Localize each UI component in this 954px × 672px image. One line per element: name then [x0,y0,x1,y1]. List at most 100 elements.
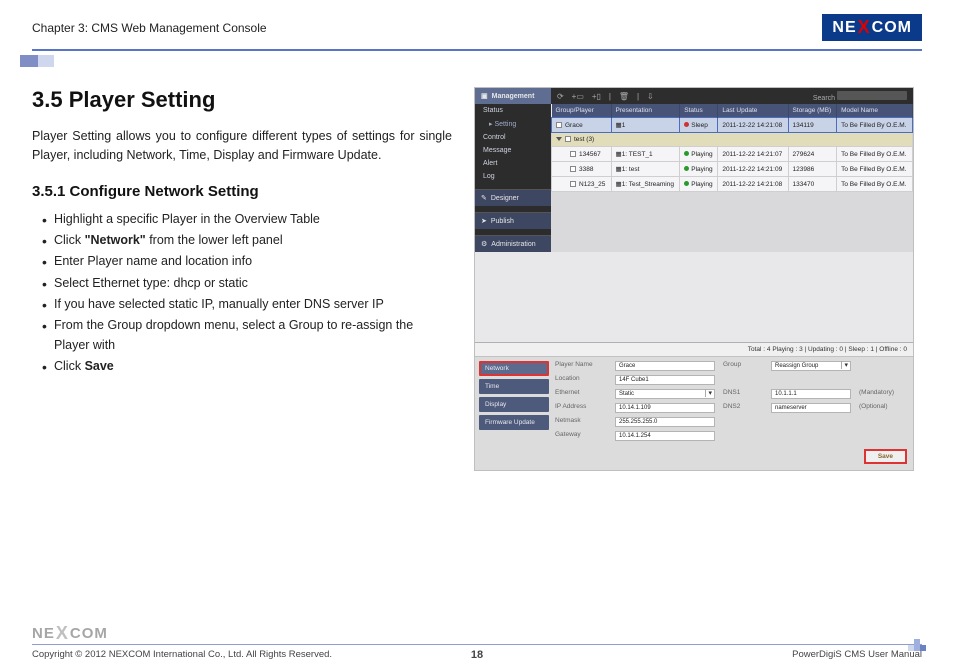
col-presentation[interactable]: Presentation [611,104,680,118]
header-rule [32,49,922,51]
dns1-label: DNS1 [723,389,763,399]
list-item: Highlight a specific Player in the Overv… [42,210,452,229]
list-item: Enter Player name and location info [42,252,452,271]
dns1-note: (Mandatory) [859,389,909,399]
text-column: 3.5 Player Setting Player Setting allows… [32,87,452,471]
gateway-field[interactable]: 10.14.1.254 [615,431,715,441]
checkbox-icon[interactable] [570,151,576,157]
dns1-field[interactable]: 10.1.1.1 [771,389,851,399]
sidebar-item-control[interactable]: Control [475,131,551,144]
chapter-label: Chapter 3: CMS Web Management Console [32,21,267,35]
checkbox-icon[interactable] [570,181,576,187]
detail-tabs: Network Time Display Firmware Update [479,361,549,441]
subsection-title: 3.5.1 Configure Network Setting [32,183,452,200]
content-area: 3.5 Player Setting Player Setting allows… [32,87,922,471]
sidebar-header-management[interactable]: ▣ Management [475,88,551,104]
header-tab-decoration [20,55,54,67]
netmask-field[interactable]: 255.255.255.0 [615,417,715,427]
list-item: If you have selected static IP, manually… [42,295,452,314]
sidebar-item-log[interactable]: Log [475,170,551,183]
bullet-list: Highlight a specific Player in the Overv… [32,210,452,377]
footer-rule [32,644,922,645]
status-dot-icon [684,181,689,186]
table-row[interactable]: Grace ▦1 Sleep 2011-12-22 14:21:08 13411… [552,118,913,133]
table-row[interactable]: N123_25 ▦1: Test_Streaming Playing 2011-… [552,177,913,192]
toolbar: ⟳ +▭ +▯ | 🗑 | ⇩ Search [551,88,913,104]
send-icon: ➤ [481,217,487,225]
pencil-icon: ✎ [481,194,487,202]
sidebar-item-publish[interactable]: ➤Publish [475,212,551,229]
ip-label: IP Address [555,403,607,413]
netmask-label: Netmask [555,417,607,427]
location-field[interactable]: 14F Cube1 [615,375,715,385]
col-storage[interactable]: Storage (MB) [788,104,837,118]
tab-display[interactable]: Display [479,397,549,412]
page-number: 18 [32,649,922,661]
col-last-update[interactable]: Last Update [718,104,788,118]
delete-icon[interactable]: 🗑 [619,92,629,101]
status-dot-icon [684,166,689,171]
group-label: Group [723,361,763,371]
tab-firmware-update[interactable]: Firmware Update [479,415,549,430]
col-model[interactable]: Model Name [837,104,913,118]
dns2-note: (Optional) [859,403,909,413]
col-group-player[interactable]: Group/Player [552,104,612,118]
sidebar-item-setting[interactable]: ▸ Setting [475,117,551,131]
sidebar-item-designer[interactable]: ✎Designer [475,189,551,206]
search-label: Search [813,95,835,102]
page-header: Chapter 3: CMS Web Management Console NE… [32,14,922,45]
location-label: Location [555,375,607,385]
col-status[interactable]: Status [680,104,718,118]
save-button[interactable]: Save [864,449,907,464]
main-panel: ⟳ +▭ +▯ | 🗑 | ⇩ Search Group [551,88,913,252]
group-select[interactable]: Reassign Group [771,361,851,371]
divider: | [609,92,611,101]
add-player-icon[interactable]: +▯ [592,92,601,101]
section-title: 3.5 Player Setting [32,87,452,113]
tab-time[interactable]: Time [479,379,549,394]
section-intro: Player Setting allows you to configure d… [32,127,452,165]
overview-table: Group/Player Presentation Status Last Up… [551,104,913,192]
ethernet-select[interactable]: Static [615,389,715,399]
table-row[interactable]: 134567 ▦1: TEST_1 Playing 2011-12-22 14:… [552,147,913,162]
checkbox-icon[interactable] [556,122,562,128]
list-item: Click Save [42,357,452,376]
table-row[interactable]: 3388 ▦1: test Playing 2011-12-22 14:21:0… [552,162,913,177]
refresh-icon[interactable]: ⟳ [557,92,564,101]
sidebar: ▣ Management Status ▸ Setting Control Me… [475,88,551,252]
list-item: Select Ethernet type: dhcp or static [42,274,452,293]
status-dot-icon [684,122,689,127]
player-name-label: Player Name [555,361,607,371]
search-input[interactable] [837,91,907,100]
list-item: From the Group dropdown menu, select a G… [42,316,452,355]
network-form: Player Name Grace Group Reassign Group L… [555,361,909,441]
page-footer: NEXCOM Copyright © 2012 NEXCOM Internati… [32,625,922,660]
detail-panel: Total : 4 Playing : 3 | Updating : 0 | S… [475,342,913,470]
table-group-row[interactable]: test (3) [552,133,913,147]
app-screenshot: ▣ Management Status ▸ Setting Control Me… [474,87,914,471]
ethernet-label: Ethernet [555,389,607,399]
player-name-field[interactable]: Grace [615,361,715,371]
folder-icon: ▣ [481,92,488,100]
export-icon[interactable]: ⇩ [647,92,654,101]
divider: | [637,92,639,101]
sidebar-item-status[interactable]: Status [475,104,551,117]
expand-icon[interactable] [556,137,562,141]
checkbox-icon[interactable] [570,166,576,172]
table-header-row: Group/Player Presentation Status Last Up… [552,104,913,118]
sidebar-item-alert[interactable]: Alert [475,157,551,170]
tab-network[interactable]: Network [479,361,549,376]
sidebar-item-administration[interactable]: ⚙Administration [475,235,551,252]
brand-logo: NEXCOM [822,14,922,41]
status-dot-icon [684,151,689,156]
sidebar-item-message[interactable]: Message [475,144,551,157]
add-group-icon[interactable]: +▭ [572,92,584,101]
brand-x-icon: X [857,17,872,38]
ip-field[interactable]: 10.14.1.109 [615,403,715,413]
dns2-field[interactable]: nameserver [771,403,851,413]
gateway-label: Gateway [555,431,607,441]
gear-icon: ⚙ [481,240,487,248]
checkbox-icon[interactable] [565,136,571,142]
list-item: Click "Network" from the lower left pane… [42,231,452,250]
dns2-label: DNS2 [723,403,763,413]
